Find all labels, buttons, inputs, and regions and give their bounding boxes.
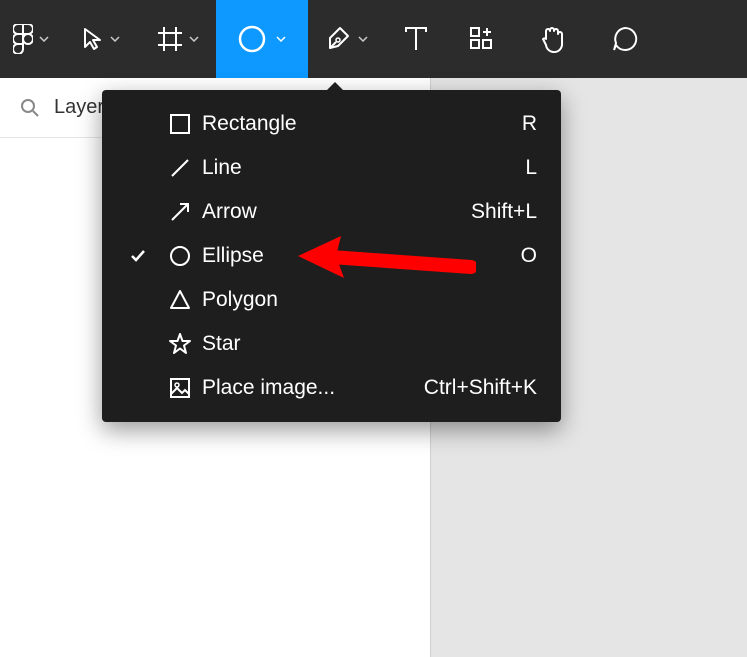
hand-icon [539,25,565,53]
menu-label: Arrow [202,200,471,224]
menu-label: Line [202,156,525,180]
ellipse-icon [168,244,192,268]
frame-icon [157,26,183,52]
menu-label: Polygon [202,288,537,312]
check-icon [130,249,146,263]
cursor-icon [82,27,104,51]
figma-logo-icon [13,24,33,54]
figma-menu-button[interactable] [0,0,62,78]
comment-icon [611,25,639,53]
menu-item-line[interactable]: Line L [102,146,561,190]
rectangle-icon [168,112,192,136]
polygon-icon [168,288,192,312]
dropdown-pointer [326,82,344,91]
chevron-down-icon [358,36,368,42]
menu-label: Ellipse [202,244,521,268]
comment-tool-button[interactable] [586,0,664,78]
text-tool-button[interactable] [386,0,446,78]
menu-item-rectangle[interactable]: Rectangle R [102,102,561,146]
frame-tool-button[interactable] [140,0,216,78]
hand-tool-button[interactable] [518,0,586,78]
menu-shortcut: O [521,244,537,268]
pen-icon [326,26,352,52]
menu-item-place-image[interactable]: Place image... Ctrl+Shift+K [102,366,561,410]
shape-tool-dropdown: Rectangle R Line L Arrow Shift+L Ellipse… [102,90,561,422]
menu-label: Place image... [202,376,424,400]
menu-item-star[interactable]: Star [102,322,561,366]
ellipse-icon [238,25,266,53]
chevron-down-icon [189,36,199,42]
shape-tool-button[interactable] [216,0,308,78]
menu-shortcut: Shift+L [471,200,537,224]
chevron-down-icon [110,36,120,42]
menu-item-arrow[interactable]: Arrow Shift+L [102,190,561,234]
menu-item-polygon[interactable]: Polygon [102,278,561,322]
move-tool-button[interactable] [62,0,140,78]
search-icon [20,98,40,118]
line-icon [168,156,192,180]
arrow-icon [168,200,192,224]
chevron-down-icon [39,36,49,42]
resources-tool-button[interactable] [446,0,518,78]
resources-icon [469,26,495,52]
star-icon [168,332,192,356]
menu-item-ellipse[interactable]: Ellipse O [102,234,561,278]
menu-shortcut: L [525,156,537,180]
menu-shortcut: R [522,112,537,136]
image-icon [168,376,192,400]
check-slot [118,249,158,263]
menu-label: Rectangle [202,112,522,136]
menu-label: Star [202,332,537,356]
text-icon [404,26,428,52]
main-toolbar [0,0,747,78]
chevron-down-icon [276,36,286,42]
menu-shortcut: Ctrl+Shift+K [424,376,537,400]
pen-tool-button[interactable] [308,0,386,78]
